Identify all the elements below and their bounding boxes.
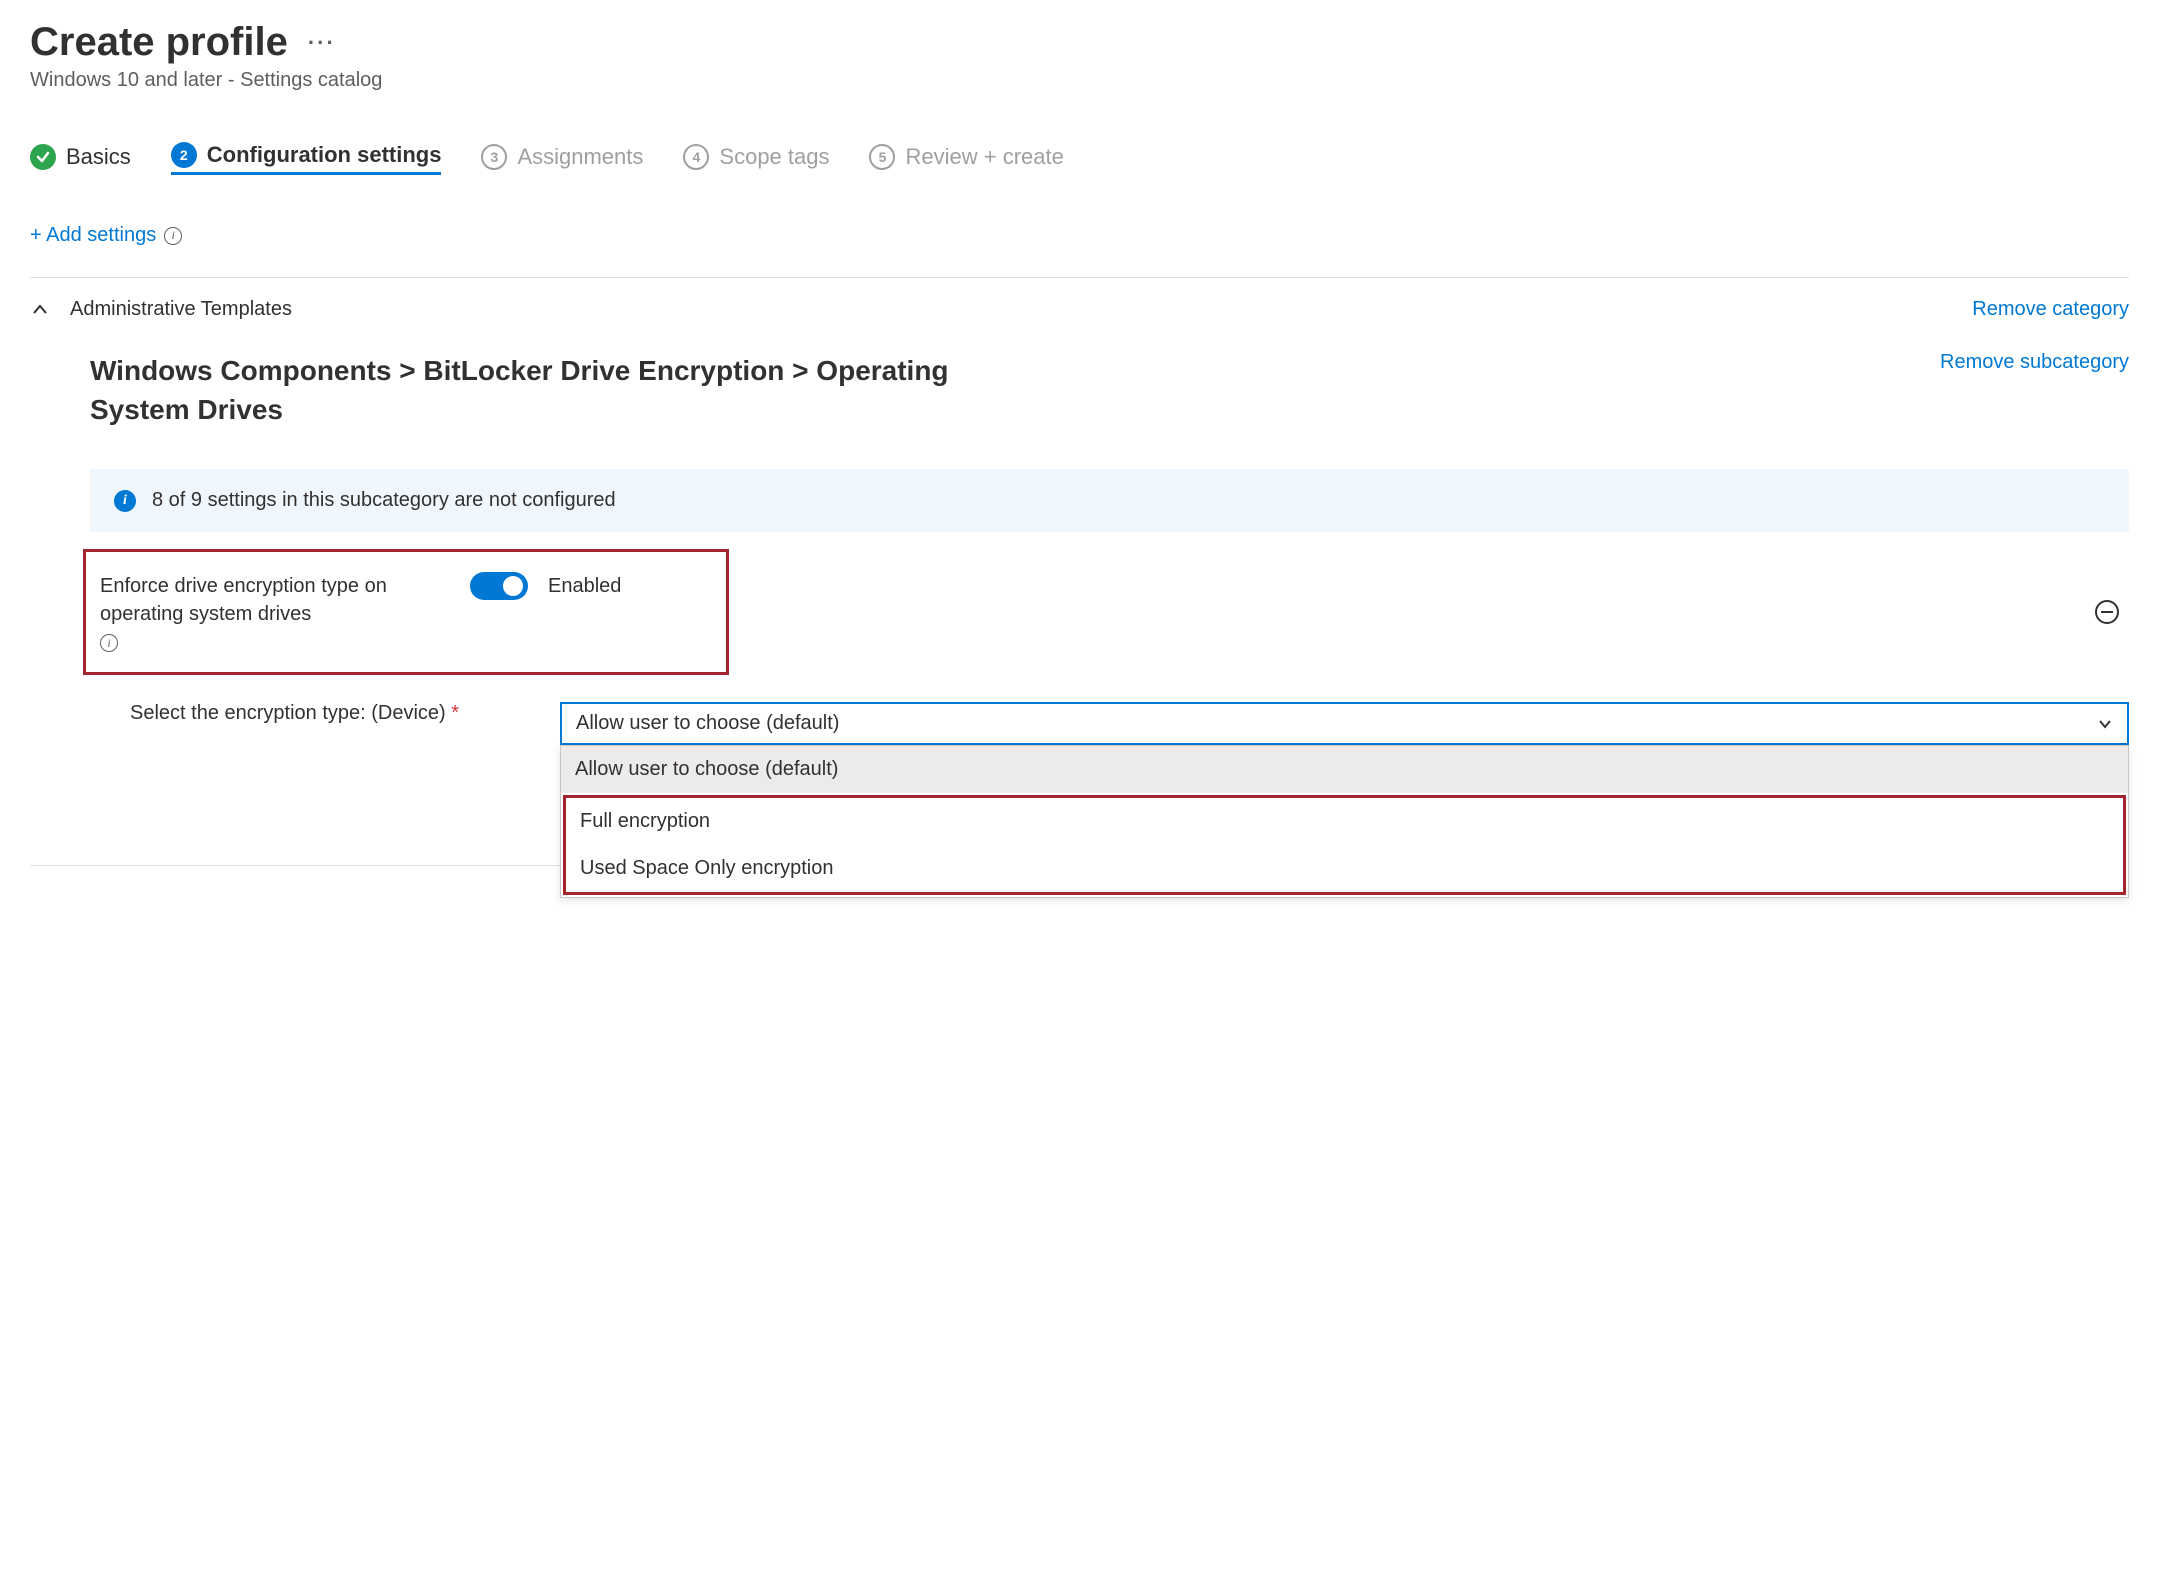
add-settings-link[interactable]: + Add settings — [30, 224, 156, 247]
encryption-type-select[interactable]: Allow user to choose (default) — [560, 702, 2129, 745]
step-number-icon: 5 — [869, 144, 895, 170]
remove-category-link[interactable]: Remove category — [1972, 298, 2129, 321]
wizard-steps: Basics 2 Configuration settings 3 Assign… — [30, 142, 2129, 184]
setting-label-text: Enforce drive encryption type on operati… — [100, 572, 440, 628]
encryption-type-dropdown: Allow user to choose (default) Full encr… — [560, 745, 2129, 898]
step-review-create[interactable]: 5 Review + create — [869, 144, 1063, 174]
divider — [30, 277, 2129, 278]
category-toggle[interactable]: Administrative Templates — [30, 298, 292, 321]
step-configuration-settings[interactable]: 2 Configuration settings — [171, 142, 442, 175]
step-label: Review + create — [905, 144, 1063, 170]
info-banner: i 8 of 9 settings in this subcategory ar… — [90, 469, 2129, 532]
remove-setting-button[interactable] — [2095, 600, 2119, 624]
check-icon — [30, 144, 56, 170]
dropdown-option-default[interactable]: Allow user to choose (default) — [561, 746, 2128, 793]
select-value: Allow user to choose (default) — [576, 712, 839, 735]
step-label: Basics — [66, 144, 131, 170]
step-label: Assignments — [517, 144, 643, 170]
subcategory-breadcrumb: Windows Components > BitLocker Drive Enc… — [90, 351, 990, 429]
info-icon[interactable]: i — [164, 227, 182, 245]
step-label: Configuration settings — [207, 142, 442, 168]
toggle-state-label: Enabled — [548, 575, 621, 598]
step-number-icon: 3 — [481, 144, 507, 170]
encryption-type-label: Select the encryption type: (Device) — [130, 702, 446, 724]
step-number-icon: 4 — [683, 144, 709, 170]
remove-subcategory-link[interactable]: Remove subcategory — [1940, 351, 2129, 374]
dropdown-option-full[interactable]: Full encryption — [566, 798, 2123, 845]
setting-enforce-encryption: Enforce drive encryption type on operati… — [86, 552, 726, 672]
chevron-down-icon — [2097, 716, 2113, 732]
info-icon[interactable]: i — [100, 634, 118, 652]
step-number-icon: 2 — [171, 142, 197, 168]
page-title: Create profile — [30, 20, 288, 65]
step-basics[interactable]: Basics — [30, 144, 131, 174]
dropdown-option-used-space[interactable]: Used Space Only encryption — [566, 845, 2123, 892]
step-scope-tags[interactable]: 4 Scope tags — [683, 144, 829, 174]
step-label: Scope tags — [719, 144, 829, 170]
info-icon: i — [114, 490, 136, 512]
step-assignments[interactable]: 3 Assignments — [481, 144, 643, 174]
more-actions-button[interactable]: ··· — [308, 30, 336, 56]
chevron-up-icon — [30, 300, 50, 320]
page-subtitle: Windows 10 and later - Settings catalog — [30, 69, 2129, 92]
toggle-enabled[interactable] — [470, 572, 528, 600]
category-name: Administrative Templates — [70, 298, 292, 321]
info-banner-text: 8 of 9 settings in this subcategory are … — [152, 489, 616, 512]
required-marker: * — [451, 702, 459, 724]
